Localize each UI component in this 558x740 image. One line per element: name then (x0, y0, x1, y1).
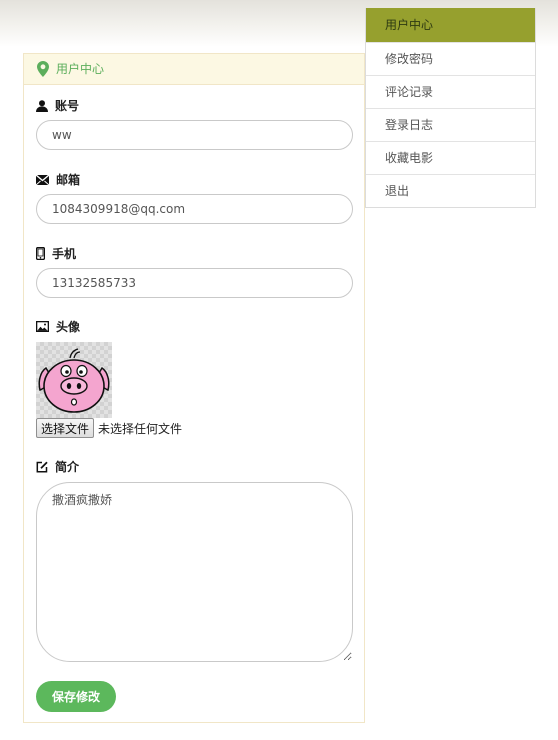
panel-header: 用户中心 (24, 54, 364, 85)
account-input[interactable] (36, 120, 353, 150)
email-label: 邮箱 (36, 171, 80, 188)
pig-avatar-image (38, 348, 110, 413)
phone-label-text: 手机 (52, 247, 77, 261)
side-item-comment-records[interactable]: 评论记录 (366, 75, 535, 108)
save-changes-button[interactable]: 保存修改 (36, 681, 116, 712)
map-marker-icon (37, 61, 49, 77)
phone-label: 手机 (36, 245, 76, 262)
user-side-menu: 用户中心 修改密码 评论记录 登录日志 收藏电影 退出 (365, 8, 536, 208)
choose-file-button[interactable]: 选择文件 (36, 418, 95, 438)
bio-textarea[interactable]: 撒酒疯撒娇 (36, 482, 353, 662)
avatar-label: 头像 (36, 318, 80, 335)
bio-label-text: 简介 (55, 460, 80, 474)
bio-label: 简介 (36, 458, 79, 475)
user-center-panel: 用户中心 账号 邮箱 手机 (23, 53, 365, 723)
avatar-file-row: 选择文件 未选择任何文件 (36, 418, 182, 438)
account-label: 账号 (36, 97, 79, 114)
envelope-icon (36, 174, 49, 185)
side-item-change-password[interactable]: 修改密码 (366, 42, 535, 75)
picture-icon (36, 321, 49, 332)
file-status-text: 未选择任何文件 (98, 421, 183, 436)
email-label-text: 邮箱 (56, 173, 81, 187)
panel-title: 用户中心 (56, 61, 105, 76)
account-label-text: 账号 (55, 99, 80, 113)
phone-input[interactable] (36, 268, 353, 298)
mobile-phone-icon (36, 247, 45, 260)
avatar-label-text: 头像 (56, 320, 81, 334)
side-item-user-center[interactable]: 用户中心 (366, 8, 535, 42)
user-icon (36, 99, 48, 112)
email-input[interactable] (36, 194, 353, 224)
edit-icon (36, 461, 48, 472)
side-item-logout[interactable]: 退出 (366, 174, 535, 207)
side-item-login-log[interactable]: 登录日志 (366, 108, 535, 141)
avatar-preview (36, 342, 112, 418)
side-item-favorite-movies[interactable]: 收藏电影 (366, 141, 535, 174)
